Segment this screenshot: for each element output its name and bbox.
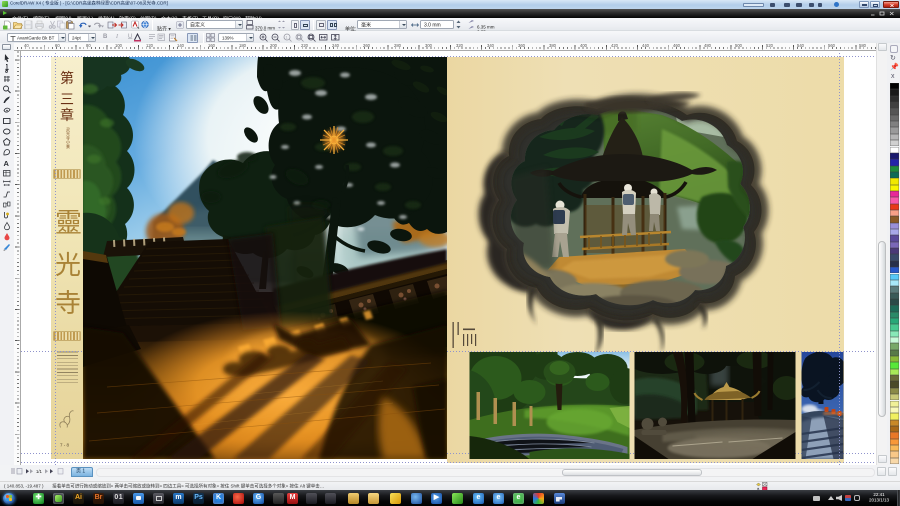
svg-text:380: 380 (549, 43, 557, 48)
svg-text:520: 520 (766, 43, 774, 48)
svg-text:440: 440 (642, 43, 650, 48)
svg-text:280: 280 (394, 43, 402, 48)
svg-text:220: 220 (301, 43, 309, 48)
svg-text:1/1: 1/1 (36, 469, 43, 474)
svg-text:580: 580 (859, 43, 867, 48)
svg-text:240: 240 (332, 43, 340, 48)
svg-text:300: 300 (425, 43, 433, 48)
svg-text:480: 480 (704, 43, 712, 48)
svg-text:340: 340 (487, 43, 495, 48)
svg-text:60: 60 (55, 43, 60, 48)
svg-text:200: 200 (270, 43, 278, 48)
svg-text:160: 160 (208, 43, 216, 48)
svg-text:400: 400 (580, 43, 588, 48)
svg-text:180: 180 (239, 43, 247, 48)
svg-text:260: 260 (363, 43, 371, 48)
svg-text:360: 360 (518, 43, 526, 48)
svg-text:80: 80 (86, 43, 91, 48)
svg-text:500: 500 (735, 43, 743, 48)
svg-text:420: 420 (611, 43, 619, 48)
svg-text:560: 560 (828, 43, 836, 48)
svg-text:A: A (4, 159, 10, 168)
svg-text:140: 140 (177, 43, 185, 48)
svg-text:540: 540 (797, 43, 805, 48)
svg-text:40: 40 (24, 43, 29, 48)
svg-text:100: 100 (115, 43, 123, 48)
svg-text:320: 320 (456, 43, 464, 48)
svg-text:1: 1 (286, 35, 288, 39)
svg-text:120: 120 (146, 43, 154, 48)
svg-text:460: 460 (673, 43, 681, 48)
